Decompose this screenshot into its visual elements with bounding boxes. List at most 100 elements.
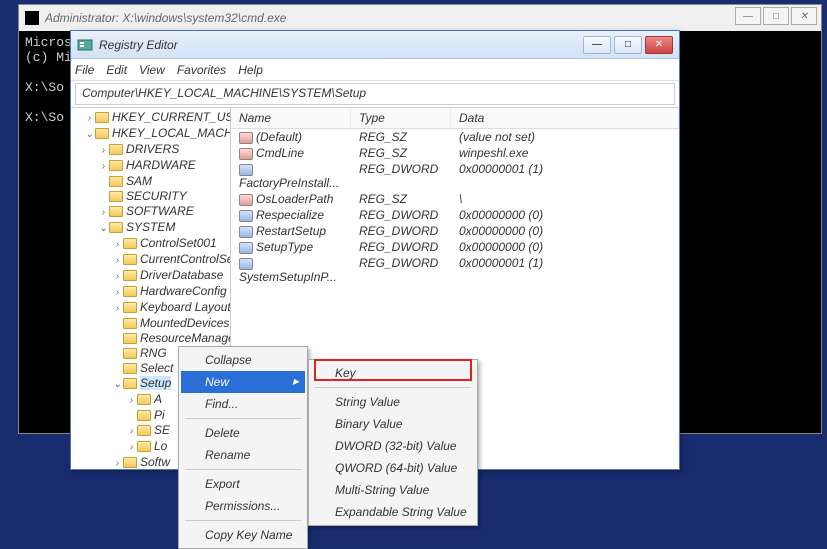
string-value-icon xyxy=(239,148,253,160)
list-header[interactable]: Name Type Data xyxy=(231,108,679,129)
regedit-minimize-button[interactable]: — xyxy=(583,36,611,54)
tree-label[interactable]: A xyxy=(154,392,162,406)
tree-label[interactable]: SOFTWARE xyxy=(126,204,194,218)
expand-icon[interactable]: › xyxy=(99,159,108,174)
tree-node[interactable]: SECURITY xyxy=(99,189,230,204)
menu-edit[interactable]: Edit xyxy=(106,63,127,77)
menu-help[interactable]: Help xyxy=(238,63,263,77)
expand-icon[interactable]: › xyxy=(113,237,122,252)
tree-node[interactable]: › Keyboard Layout xyxy=(113,300,230,316)
col-name[interactable]: Name xyxy=(231,108,351,128)
tree-node[interactable]: › DriverDatabase xyxy=(113,268,230,284)
expand-icon[interactable]: › xyxy=(127,440,136,455)
tree-label[interactable]: SAM xyxy=(126,174,152,188)
tree-label[interactable]: Keyboard Layout xyxy=(140,300,231,314)
tree-label[interactable]: Select xyxy=(140,361,173,375)
regedit-address-bar[interactable]: Computer\HKEY_LOCAL_MACHINE\SYSTEM\Setup xyxy=(75,83,675,105)
expand-icon[interactable]: › xyxy=(99,205,108,220)
regedit-titlebar[interactable]: Registry Editor — □ ✕ xyxy=(71,31,679,59)
tree-node[interactable]: › HARDWARE xyxy=(99,158,230,174)
value-row[interactable]: RestartSetupREG_DWORD0x00000000 (0) xyxy=(231,223,679,239)
menu-item-qword-64-bit-value[interactable]: QWORD (64-bit) Value xyxy=(311,457,475,479)
tree-node[interactable]: ResourceManager xyxy=(113,331,230,346)
menu-item-key[interactable]: Key xyxy=(311,362,475,384)
menu-favorites[interactable]: Favorites xyxy=(177,63,226,77)
menu-item-multi-string-value[interactable]: Multi-String Value xyxy=(311,479,475,501)
value-row[interactable]: SetupTypeREG_DWORD0x00000000 (0) xyxy=(231,239,679,255)
menu-item-copy-key-name[interactable]: Copy Key Name xyxy=(181,524,305,546)
expand-icon[interactable]: › xyxy=(113,301,122,316)
value-row[interactable]: OsLoaderPathREG_SZ\ xyxy=(231,191,679,207)
tree-node[interactable]: MountedDevices xyxy=(113,316,230,331)
tree-label[interactable]: RNG xyxy=(140,346,167,360)
expand-icon[interactable]: › xyxy=(127,424,136,439)
cmd-close-button[interactable]: ✕ xyxy=(791,7,817,25)
menu-item-export[interactable]: Export xyxy=(181,473,305,495)
expand-icon[interactable]: ⌄ xyxy=(113,377,122,392)
tree-label[interactable]: DRIVERS xyxy=(126,142,179,156)
col-type[interactable]: Type xyxy=(351,108,451,128)
tree-node[interactable]: ⌄ SYSTEM xyxy=(99,220,230,236)
value-row[interactable]: FactoryPreInstall...REG_DWORD0x00000001 … xyxy=(231,161,679,191)
expand-icon[interactable]: ⌄ xyxy=(99,221,108,236)
expand-icon[interactable]: › xyxy=(113,269,122,284)
value-row[interactable]: (Default)REG_SZ(value not set) xyxy=(231,129,679,145)
menu-item-binary-value[interactable]: Binary Value xyxy=(311,413,475,435)
menu-item-string-value[interactable]: String Value xyxy=(311,391,475,413)
cmd-titlebar[interactable]: Administrator: X:\windows\system32\cmd.e… xyxy=(19,5,821,31)
menu-separator xyxy=(185,469,301,470)
tree-label[interactable]: Lo xyxy=(154,439,167,453)
tree-label[interactable]: HardwareConfig xyxy=(140,284,227,298)
expand-icon[interactable]: › xyxy=(113,285,122,300)
menu-item-delete[interactable]: Delete xyxy=(181,422,305,444)
tree-node[interactable]: › CurrentControlSet xyxy=(113,252,230,268)
col-data[interactable]: Data xyxy=(451,108,679,128)
value-row[interactable]: SystemSetupInP...REG_DWORD0x00000001 (1) xyxy=(231,255,679,285)
regedit-close-button[interactable]: ✕ xyxy=(645,36,673,54)
expand-icon[interactable]: › xyxy=(85,111,94,126)
menu-item-collapse[interactable]: Collapse xyxy=(181,349,305,371)
cmd-minimize-button[interactable]: — xyxy=(735,7,761,25)
expand-icon[interactable]: › xyxy=(127,393,136,408)
cmd-maximize-button[interactable]: □ xyxy=(763,7,789,25)
menu-item-find[interactable]: Find... xyxy=(181,393,305,415)
tree-label[interactable]: SECURITY xyxy=(126,189,187,203)
menu-item-expandable-string-value[interactable]: Expandable String Value xyxy=(311,501,475,523)
tree-label[interactable]: MountedDevices xyxy=(140,316,229,330)
tree-label[interactable]: SYSTEM xyxy=(126,220,175,234)
tree-label[interactable]: Setup xyxy=(140,376,171,390)
new-submenu[interactable]: Key String ValueBinary ValueDWORD (32-bit… xyxy=(308,359,478,526)
expand-icon[interactable]: ⌄ xyxy=(85,127,94,142)
menu-item-permissions[interactable]: Permissions... xyxy=(181,495,305,517)
tree-node[interactable]: › ControlSet001 xyxy=(113,236,230,252)
tree-label[interactable]: HKEY_CURRENT_USER xyxy=(112,110,231,124)
tree-node[interactable]: › SOFTWARE xyxy=(99,204,230,220)
regedit-maximize-button[interactable]: □ xyxy=(614,36,642,54)
menu-item-rename[interactable]: Rename xyxy=(181,444,305,466)
expand-icon[interactable]: › xyxy=(99,143,108,158)
tree-node[interactable]: › HKEY_CURRENT_USER xyxy=(85,110,230,126)
value-row[interactable]: RespecializeREG_DWORD0x00000000 (0) xyxy=(231,207,679,223)
tree-label[interactable]: CurrentControlSet xyxy=(140,252,231,266)
menu-file[interactable]: File xyxy=(75,63,94,77)
expand-icon[interactable]: › xyxy=(113,253,122,268)
menu-item-new[interactable]: New xyxy=(181,371,305,393)
tree-node[interactable]: SAM xyxy=(99,174,230,189)
expand-icon[interactable]: › xyxy=(113,456,122,469)
tree-label[interactable]: HARDWARE xyxy=(126,158,196,172)
value-row[interactable]: CmdLineREG_SZwinpeshl.exe xyxy=(231,145,679,161)
menu-view[interactable]: View xyxy=(139,63,165,77)
tree-label[interactable]: DriverDatabase xyxy=(140,268,223,282)
tree-label[interactable]: ResourceManager xyxy=(140,331,231,345)
menu-item-dword-32-bit-value[interactable]: DWORD (32-bit) Value xyxy=(311,435,475,457)
tree-node[interactable]: ⌄ HKEY_LOCAL_MACHINE xyxy=(85,126,230,142)
tree-node[interactable]: › DRIVERS xyxy=(99,142,230,158)
tree-label[interactable]: ControlSet001 xyxy=(140,236,217,250)
tree-label[interactable]: HKEY_LOCAL_MACHINE xyxy=(112,126,231,140)
tree-label[interactable]: Pi xyxy=(154,408,165,422)
tree-label[interactable]: Softw xyxy=(140,455,170,469)
string-value-icon xyxy=(239,132,253,144)
tree-label[interactable]: SE xyxy=(154,423,170,437)
tree-node[interactable]: › HardwareConfig xyxy=(113,284,230,300)
menu-separator xyxy=(315,387,471,388)
